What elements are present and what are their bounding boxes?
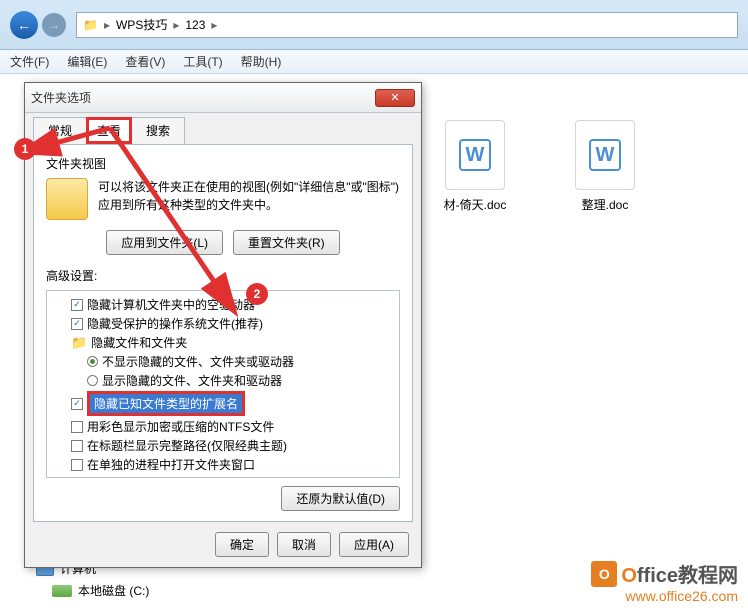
checkbox-icon[interactable]: ✓ bbox=[71, 478, 83, 479]
checkbox-icon[interactable]: ✓ bbox=[71, 299, 83, 311]
list-item[interactable]: ✓在缩略图上显示文件图标 bbox=[49, 474, 397, 478]
folder-view-desc: 可以将该文件夹正在使用的视图(例如"详细信息"或"图标")应用到所有这种类型的文… bbox=[98, 178, 400, 220]
crumb-1[interactable]: WPS技巧 bbox=[116, 16, 167, 33]
reset-folders-button[interactable]: 重置文件夹(R) bbox=[233, 230, 340, 255]
tab-general[interactable]: 常规 bbox=[33, 117, 87, 144]
list-item[interactable]: ✓隐藏计算机文件夹中的空驱动器 bbox=[49, 295, 397, 314]
breadcrumb[interactable]: 📁 ▸ WPS技巧 ▸ 123 ▸ bbox=[76, 12, 738, 38]
crumb-2[interactable]: 123 bbox=[185, 18, 205, 32]
folder-icon: 📁 bbox=[83, 18, 98, 32]
dialog-footer: 确定 取消 应用(A) bbox=[25, 522, 421, 567]
sidebar-item-local-disk[interactable]: 本地磁盘 (C:) bbox=[52, 582, 149, 599]
tab-search[interactable]: 搜索 bbox=[131, 117, 185, 144]
folder-view-label: 文件夹视图 bbox=[46, 155, 400, 172]
dialog-titlebar[interactable]: 文件夹选项 ✕ bbox=[25, 83, 421, 113]
menu-view[interactable]: 查看(V) bbox=[125, 53, 165, 70]
list-item[interactable]: 用彩色显示加密或压缩的NTFS文件 bbox=[49, 417, 397, 436]
folder-icon: 📁 bbox=[71, 335, 87, 351]
checkbox-icon[interactable] bbox=[71, 421, 83, 433]
file-label: 整理.doc bbox=[582, 196, 629, 213]
checkbox-icon[interactable]: ✓ bbox=[71, 318, 83, 330]
restore-defaults-button[interactable]: 还原为默认值(D) bbox=[281, 486, 400, 511]
tab-view[interactable]: 查看 bbox=[86, 117, 132, 144]
ok-button[interactable]: 确定 bbox=[215, 532, 269, 557]
dialog-tabs: 常规 查看 搜索 bbox=[25, 113, 421, 144]
list-item[interactable]: 显示隐藏的文件、文件夹和驱动器 bbox=[49, 371, 397, 390]
folder-options-dialog: 文件夹选项 ✕ 常规 查看 搜索 文件夹视图 可以将该文件夹正在使用的视图(例如… bbox=[24, 82, 422, 568]
radio-icon[interactable] bbox=[87, 375, 98, 386]
folder-view-icon bbox=[46, 178, 88, 220]
apply-button[interactable]: 应用(A) bbox=[339, 532, 409, 557]
watermark-logo-icon: O bbox=[591, 561, 617, 587]
advanced-settings-list[interactable]: ✓隐藏计算机文件夹中的空驱动器 ✓隐藏受保护的操作系统文件(推荐) 📁隐藏文件和… bbox=[46, 290, 400, 478]
checkbox-icon[interactable] bbox=[71, 459, 83, 471]
advanced-label: 高级设置: bbox=[46, 267, 400, 284]
menu-help[interactable]: 帮助(H) bbox=[241, 53, 282, 70]
list-item[interactable]: 在标题栏显示完整路径(仅限经典主题) bbox=[49, 436, 397, 455]
list-item[interactable]: 不显示隐藏的文件、文件夹或驱动器 bbox=[49, 352, 397, 371]
annotation-marker-1: 1 bbox=[14, 138, 36, 160]
doc-icon: W bbox=[575, 120, 635, 190]
nav-back-button[interactable]: ← bbox=[10, 11, 38, 39]
files-area: W 材-倚天.doc W 整理.doc bbox=[430, 120, 650, 213]
checkbox-icon[interactable] bbox=[71, 440, 83, 452]
apply-to-folders-button[interactable]: 应用到文件夹(L) bbox=[106, 230, 223, 255]
list-item[interactable]: 📁隐藏文件和文件夹 bbox=[49, 333, 397, 352]
list-item[interactable]: ✓隐藏受保护的操作系统文件(推荐) bbox=[49, 314, 397, 333]
watermark-url: www.office26.com bbox=[591, 588, 738, 604]
disk-icon bbox=[52, 585, 72, 597]
checkbox-icon[interactable]: ✓ bbox=[71, 398, 83, 410]
dialog-body: 文件夹视图 可以将该文件夹正在使用的视图(例如"详细信息"或"图标")应用到所有… bbox=[33, 144, 413, 522]
menu-tools[interactable]: 工具(T) bbox=[183, 53, 222, 70]
file-item[interactable]: W 整理.doc bbox=[560, 120, 650, 213]
doc-icon: W bbox=[445, 120, 505, 190]
nav-forward-button[interactable]: → bbox=[42, 13, 66, 37]
radio-icon[interactable] bbox=[87, 356, 98, 367]
list-item[interactable]: 在单独的进程中打开文件夹窗口 bbox=[49, 455, 397, 474]
watermark: O Office教程网 www.office26.com bbox=[591, 559, 738, 604]
file-item[interactable]: W 材-倚天.doc bbox=[430, 120, 520, 213]
menu-edit[interactable]: 编辑(E) bbox=[67, 53, 107, 70]
menu-bar: 文件(F) 编辑(E) 查看(V) 工具(T) 帮助(H) bbox=[0, 50, 748, 74]
list-item-hide-extensions[interactable]: ✓隐藏已知文件类型的扩展名 bbox=[49, 390, 397, 417]
explorer-nav-bar: ← → 📁 ▸ WPS技巧 ▸ 123 ▸ bbox=[0, 0, 748, 50]
dialog-title: 文件夹选项 bbox=[31, 89, 91, 106]
annotation-marker-2: 2 bbox=[246, 283, 268, 305]
cancel-button[interactable]: 取消 bbox=[277, 532, 331, 557]
menu-file[interactable]: 文件(F) bbox=[10, 53, 49, 70]
close-button[interactable]: ✕ bbox=[375, 89, 415, 107]
file-label: 材-倚天.doc bbox=[444, 196, 507, 213]
